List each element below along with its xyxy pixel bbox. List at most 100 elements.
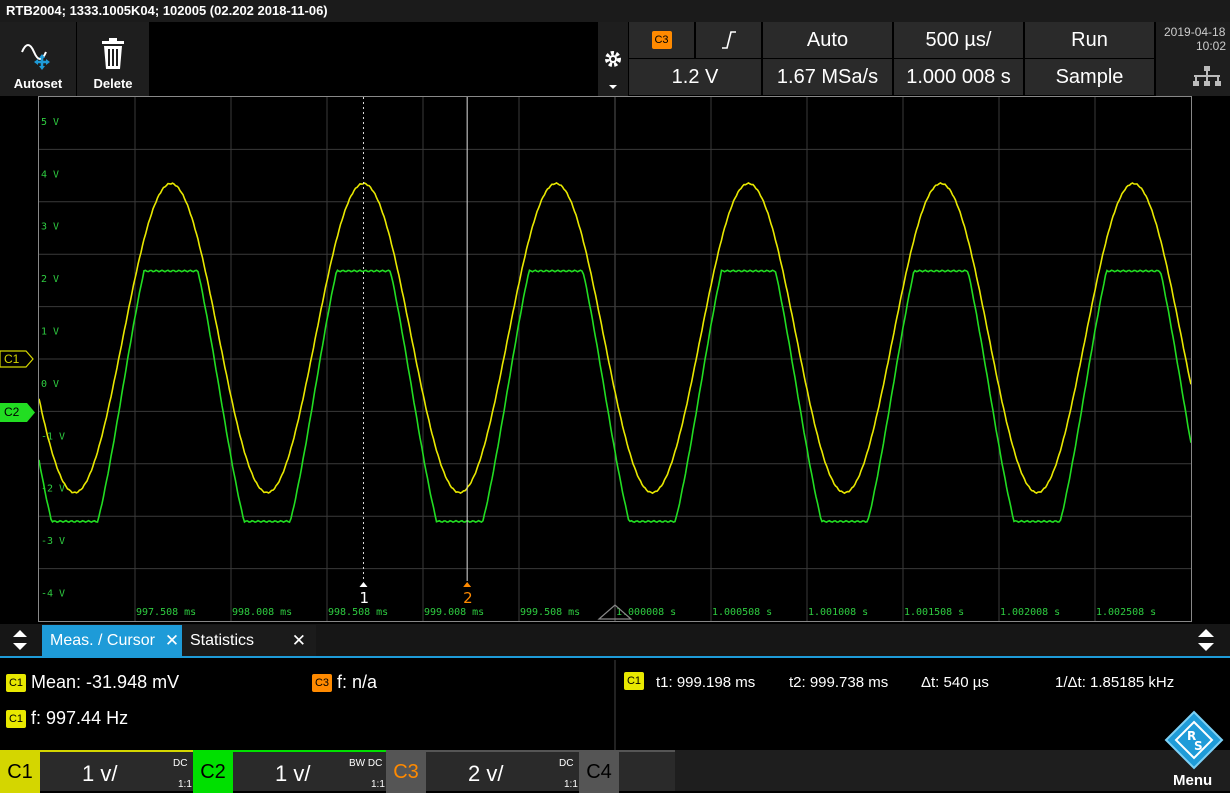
waveform-display[interactable]: 5 V4 V3 V2 V1 V0 V -1 V -2 V -3 V -4 V 997.50… (38, 96, 1192, 622)
channel-c4[interactable]: C4 (579, 750, 675, 793)
cursor-t1: t1: 999.198 ms (656, 674, 756, 691)
delete-button[interactable]: Delete (77, 22, 150, 96)
c1-label: C1 (0, 752, 40, 793)
y-axis-label: -4 V (41, 589, 65, 600)
datetime-panel: 2019-04-18 10:02 (1156, 22, 1230, 96)
x-axis-label: 999.508 ms (520, 607, 580, 618)
c2-offset-marker[interactable]: C2 (0, 403, 36, 422)
c1-scale: 1 v/ (82, 761, 118, 786)
tab-scroll-button[interactable] (0, 624, 40, 656)
x-axis-label: 997.508 ms (136, 607, 196, 618)
trash-icon (102, 38, 124, 69)
waveform-grid: 5 V4 V3 V2 V1 V0 V-1 V-2 V-3 V-4 V997.50… (38, 97, 1192, 621)
x-axis-label: 1.000508 s (712, 607, 772, 618)
trigger-level-cell[interactable]: 1.2 V (629, 59, 762, 95)
c2-coupling: BW DC (349, 758, 383, 769)
window-title: RTB2004; 1333.1005K04; 102005 (02.202 20… (0, 0, 1230, 22)
menu-label: Menu (1173, 772, 1213, 789)
rohde-schwarz-logo-icon: R S (1164, 710, 1224, 770)
x-axis-label: 1.000008 s (616, 607, 676, 618)
close-icon[interactable]: ✕ (292, 631, 306, 651)
c3-probe: 1:1 (564, 779, 578, 790)
updown-arrow-icon (1198, 629, 1214, 651)
c3-label: C3 (386, 752, 426, 793)
delete-label: Delete (93, 76, 133, 91)
c1-badge: C1 (6, 710, 26, 729)
y-axis-label: 1 V (41, 327, 59, 338)
network-icon (1193, 66, 1221, 86)
c1-mean-measurement[interactable]: C1 Mean: -31.948 mV (6, 672, 179, 693)
cursor-1-label: 1 (359, 589, 369, 607)
y-axis-label: 5 V (41, 117, 59, 128)
run-stop-cell[interactable]: Run (1025, 22, 1155, 58)
mean-value: Mean: -31.948 mV (31, 672, 180, 692)
y-axis-label: -1 V (41, 431, 65, 442)
panel-divider (614, 660, 616, 750)
y-axis-label: 3 V (41, 222, 59, 233)
rising-edge-icon (721, 31, 736, 49)
c2-scale: 1 v/ (275, 761, 311, 786)
tab-statistics-label: Statistics (190, 631, 255, 649)
svg-text:S: S (1194, 739, 1203, 753)
c3-coupling: DC (559, 758, 574, 769)
frequency-value: f: 997.44 Hz (31, 708, 129, 728)
cursor-1-arrow (359, 582, 368, 587)
x-axis-label: 1.001508 s (904, 607, 964, 618)
trigger-source-cell[interactable]: C3 (629, 22, 695, 58)
channel-c2[interactable]: C2 1 v/ BW DC 1:1 (193, 750, 386, 793)
x-axis-label: 998.508 ms (328, 607, 388, 618)
tab-meas-cursor[interactable]: Meas. / Cursor ✕ (42, 625, 182, 656)
y-axis-label: 0 V (41, 379, 59, 390)
measurement-panel: C1 Mean: -31.948 mV C1 f: 997.44 Hz C3 f… (0, 660, 1230, 750)
channel-c3[interactable]: C3 2 v/ DC 1:1 (386, 750, 579, 793)
c1-probe: 1:1 (178, 779, 192, 790)
x-axis-label: 999.008 ms (424, 607, 484, 618)
channel-c1[interactable]: C1 1 v/ DC 1:1 (0, 750, 193, 793)
tab-statistics[interactable]: Statistics ✕ (182, 625, 316, 656)
settings-button[interactable] (598, 22, 628, 96)
c4-label: C4 (579, 752, 619, 793)
cursor-2-label: 2 (463, 589, 473, 607)
c1-badge: C1 (6, 674, 26, 693)
trigger-mode-cell[interactable]: Auto (763, 22, 893, 58)
x-axis-label: 998.008 ms (232, 607, 292, 618)
cursor-measurements[interactable]: C1 (624, 672, 644, 691)
c1-offset-marker[interactable]: C1 (0, 350, 34, 368)
trigger-slope-cell[interactable] (696, 22, 762, 58)
menu-button[interactable]: R S Menu (1158, 708, 1230, 791)
y-axis-label: 2 V (41, 274, 59, 285)
autoset-icon (21, 44, 50, 70)
c1-frequency-measurement[interactable]: C1 f: 997.44 Hz (6, 708, 128, 729)
c2-probe: 1:1 (371, 779, 385, 790)
gear-icon (605, 51, 621, 67)
cursor-delta-t: Δt: 540 µs (921, 674, 989, 691)
channel-bar: C1 1 v/ DC 1:1 C2 1 v/ BW DC 1:1 C3 2 v/… (0, 710, 1230, 793)
horizontal-position-cell[interactable]: 1.000 008 s (894, 59, 1024, 95)
trigger-source-badge: C3 (651, 31, 672, 49)
x-axis-label: 1.002008 s (1000, 607, 1060, 618)
sample-rate-cell[interactable]: 1.67 MSa/s (763, 59, 893, 95)
time-text: 10:02 (1196, 39, 1227, 53)
autoset-label: Autoset (13, 76, 63, 91)
x-axis-label: 1.002508 s (1096, 607, 1156, 618)
measurement-tabbar: Meas. / Cursor ✕ Statistics ✕ (0, 624, 1230, 658)
c1-coupling: DC (173, 758, 188, 769)
c3-frequency-value: f: n/a (337, 672, 378, 692)
y-axis-label: 4 V (41, 169, 59, 180)
c3-frequency-measurement[interactable]: C3 f: n/a (312, 672, 377, 693)
acquisition-mode-cell[interactable]: Sample (1025, 59, 1155, 95)
toolbar: Autoset Delete C3 Auto 500 µs/ Run 1.2 V… (0, 22, 1230, 96)
c2-label: C2 (193, 752, 233, 793)
close-icon[interactable]: ✕ (165, 631, 179, 651)
c1-marker-label: C1 (4, 352, 20, 366)
c2-marker-label: C2 (4, 405, 20, 419)
caret-down-icon (609, 85, 617, 89)
cursor-t2: t2: 999.738 ms (789, 674, 889, 691)
cursor-inverse-delta-t: 1/Δt: 1.85185 kHz (1055, 674, 1175, 691)
cursor-source-badge: C1 (624, 672, 644, 691)
cursor-2-arrow (463, 582, 472, 587)
timebase-cell[interactable]: 500 µs/ (894, 22, 1024, 58)
c3-scale: 2 v/ (468, 761, 504, 786)
autoset-button[interactable]: Autoset (0, 22, 77, 96)
panel-scroll-button[interactable] (1182, 624, 1230, 656)
